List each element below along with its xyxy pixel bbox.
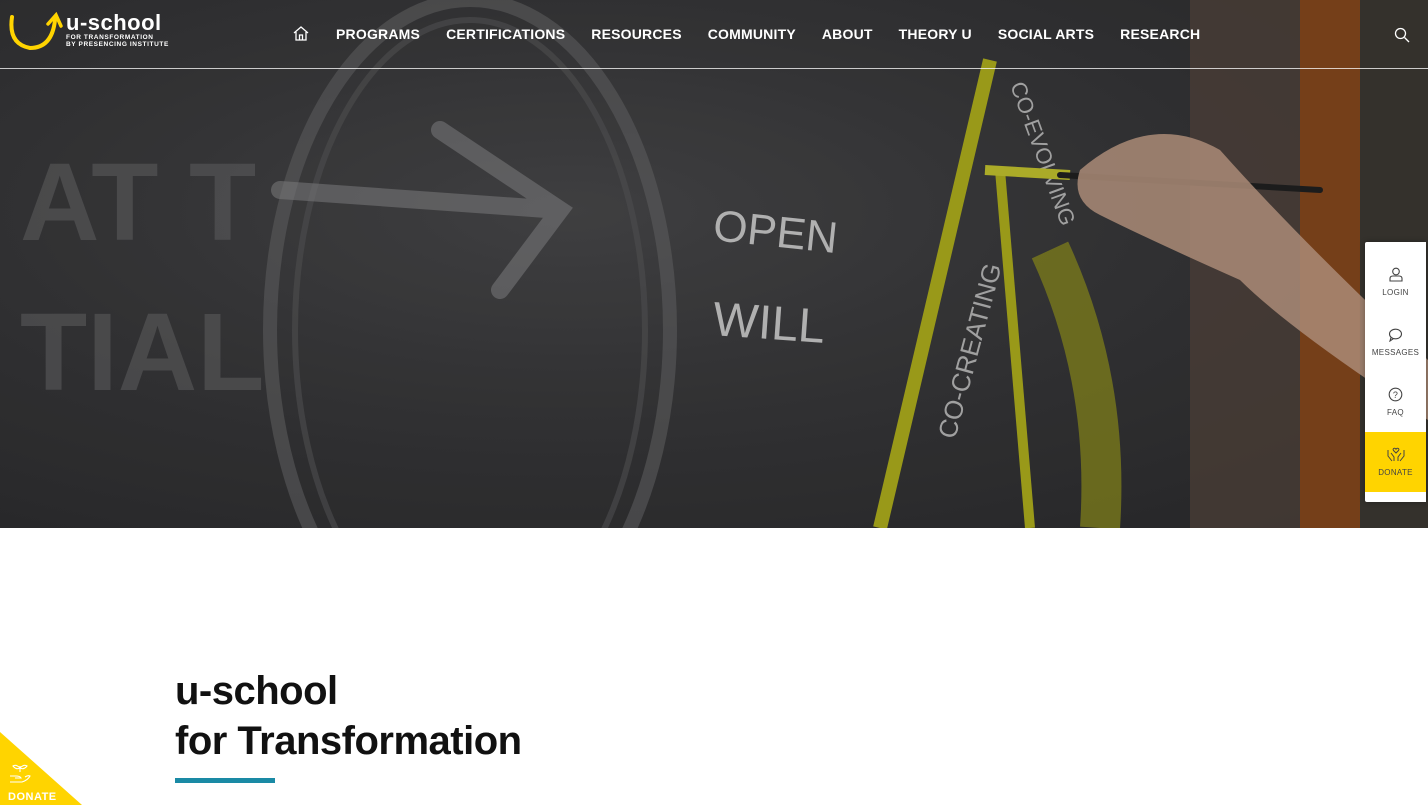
donate-button[interactable]: DONATE <box>1365 432 1426 492</box>
logo[interactable]: u-school FOR TRANSFORMATION BY PRESENCIN… <box>8 12 169 52</box>
corner-donate-button[interactable]: DONATE <box>0 732 82 805</box>
nav-community[interactable]: COMMUNITY <box>708 26 796 42</box>
faq-button[interactable]: ? FAQ <box>1365 372 1426 432</box>
nav-about[interactable]: ABOUT <box>822 26 873 42</box>
logo-subtitle: BY PRESENCING INSTITUTE <box>66 41 169 48</box>
login-button[interactable]: LOGIN <box>1365 252 1426 312</box>
messages-button[interactable]: MESSAGES <box>1365 312 1426 372</box>
page-title: u-school for Transformation <box>175 666 522 766</box>
seedling-hand-icon <box>10 764 31 783</box>
corner-donate-label: DONATE <box>8 791 57 803</box>
svg-text:?: ? <box>1393 390 1398 400</box>
home-icon[interactable] <box>292 25 310 42</box>
logo-title: u-school <box>66 10 162 35</box>
user-icon <box>1388 267 1403 282</box>
title-line: u-school <box>175 669 338 713</box>
faq-label: FAQ <box>1387 408 1404 417</box>
nav-research[interactable]: RESEARCH <box>1120 26 1200 42</box>
question-circle-icon: ? <box>1388 387 1403 402</box>
nav-social-arts[interactable]: SOCIAL ARTS <box>998 26 1094 42</box>
nav-programs[interactable]: PROGRAMS <box>336 26 420 42</box>
logo-subtitle: FOR TRANSFORMATION <box>66 34 154 41</box>
messages-label: MESSAGES <box>1371 347 1420 357</box>
donate-label: DONATE <box>1378 468 1413 477</box>
side-panel: LOGIN MESSAGES ? FAQ DONATE <box>1365 242 1426 502</box>
main-nav: PROGRAMS CERTIFICATIONS RESOURCES COMMUN… <box>292 25 1226 42</box>
u-arrow-logo-icon <box>9 12 63 51</box>
chat-bubble-icon <box>1388 328 1403 342</box>
title-underline <box>175 778 275 783</box>
nav-certifications[interactable]: CERTIFICATIONS <box>446 26 565 42</box>
nav-resources[interactable]: RESOURCES <box>591 26 681 42</box>
chalkboard-illustration: AT T TIAL OPEN WILL CO-CREATING CO-EVOLV… <box>0 0 1428 528</box>
search-icon[interactable] <box>1394 27 1410 43</box>
site-header: u-school FOR TRANSFORMATION BY PRESENCIN… <box>0 0 1428 69</box>
login-label: LOGIN <box>1382 288 1409 297</box>
title-line: for Transformation <box>175 719 522 763</box>
hero-image: AT T TIAL OPEN WILL CO-CREATING CO-EVOLV… <box>0 0 1428 528</box>
hands-heart-icon <box>1387 447 1404 462</box>
nav-theory-u[interactable]: THEORY U <box>899 26 972 42</box>
intro-section: u-school for Transformation <box>175 666 522 783</box>
